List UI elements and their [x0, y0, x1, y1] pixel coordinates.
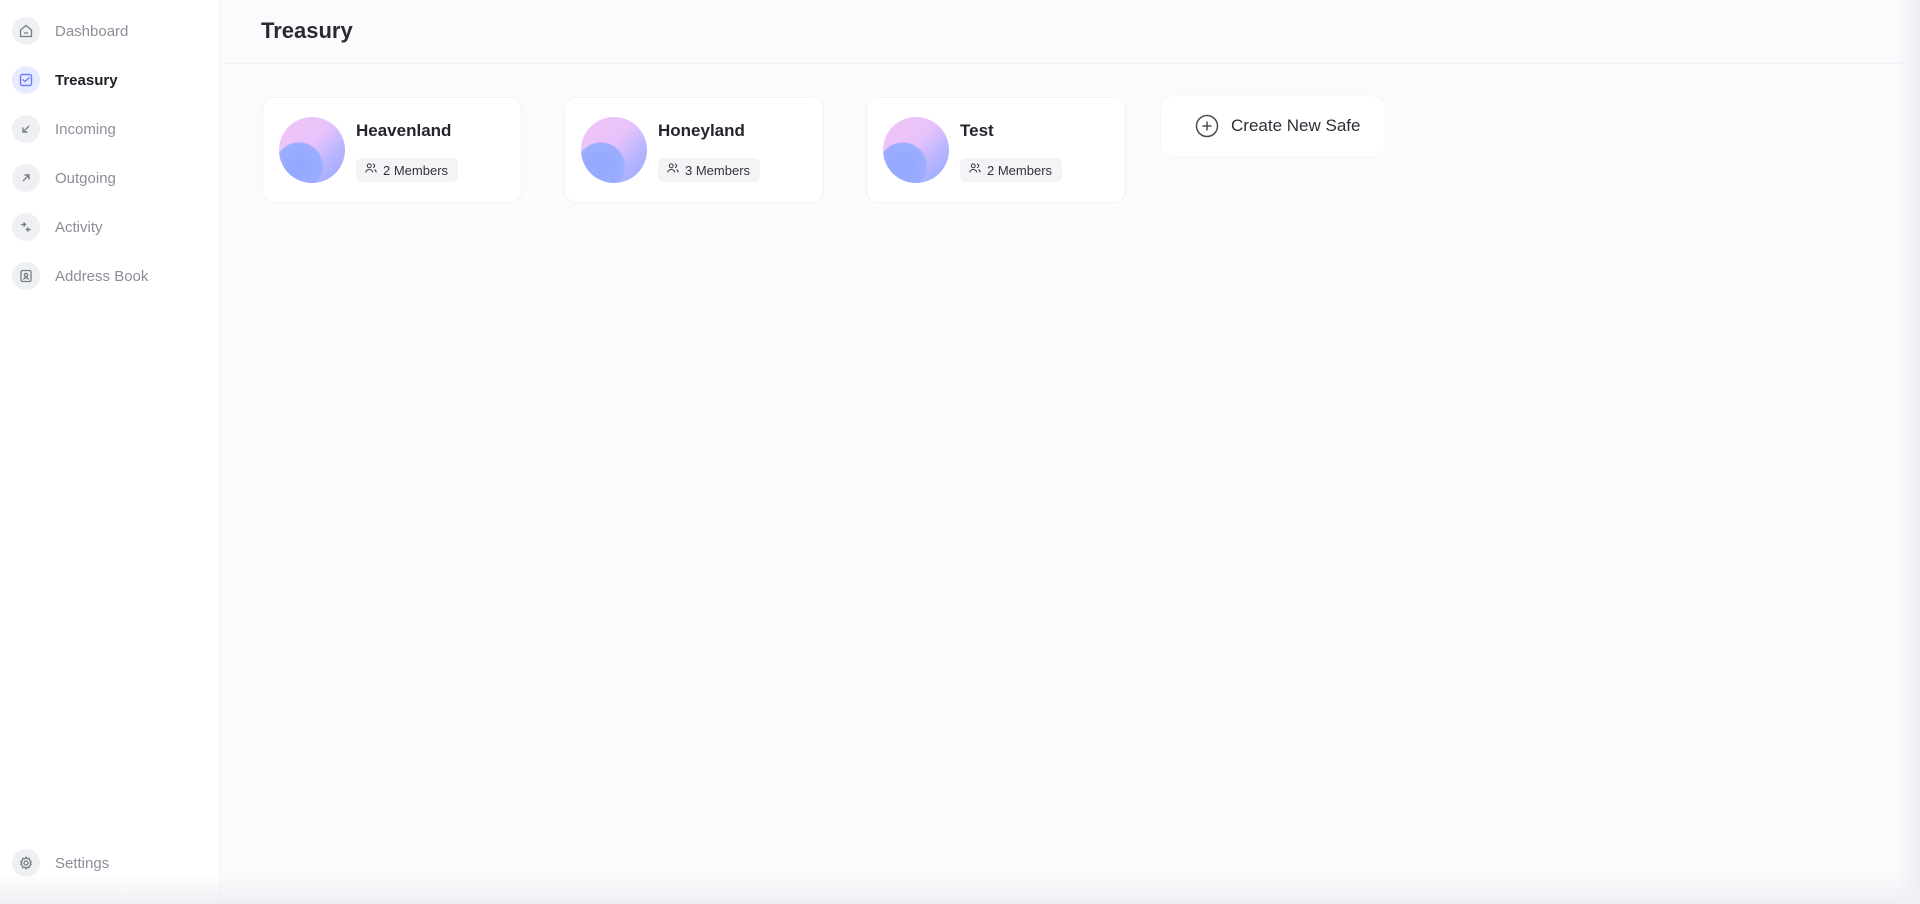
main-content: Treasury Heavenland 2 Members Honeyland … [220, 0, 1920, 904]
users-icon [364, 161, 378, 180]
safe-name: Test [960, 121, 994, 140]
members-badge: 2 Members [960, 158, 1063, 182]
safe-avatar [883, 117, 949, 183]
sidebar-item-label: Dashboard [55, 22, 129, 40]
users-icon [968, 161, 982, 180]
members-count: 2 Members [987, 162, 1053, 178]
safe-card[interactable]: Test 2 Members [866, 97, 1126, 203]
sidebar-item-label: Treasury [55, 71, 118, 89]
safe-avatar [581, 117, 647, 183]
members-badge: 3 Members [658, 158, 761, 182]
home-icon [12, 17, 40, 45]
safe-name: Heavenland [356, 121, 452, 140]
sidebar: Dashboard Treasury Incoming Outgoing Act… [0, 0, 220, 904]
address-book-icon [12, 262, 40, 290]
create-new-safe-button[interactable]: Create New Safe [1160, 95, 1386, 157]
sidebar-item-label: Activity [55, 218, 103, 236]
members-count: 3 Members [685, 162, 751, 178]
arrow-up-right-icon [12, 164, 40, 192]
plus-circle-icon [1195, 114, 1219, 138]
arrow-down-left-icon [12, 115, 40, 143]
sidebar-item-label: Outgoing [55, 169, 116, 187]
sidebar-item-label: Settings [55, 854, 110, 872]
safe-name: Honeyland [658, 121, 745, 140]
sidebar-item-label: Incoming [55, 120, 116, 138]
app-root: Dashboard Treasury Incoming Outgoing Act… [0, 0, 1920, 904]
sidebar-item-treasury[interactable]: Treasury [12, 64, 208, 96]
right-edge-shadow [1896, 0, 1920, 904]
sidebar-item-label: Address Book [55, 267, 149, 285]
sidebar-item-dashboard[interactable]: Dashboard [12, 15, 208, 47]
page-title: Treasury [261, 18, 353, 43]
users-icon [666, 161, 680, 180]
create-new-safe-label: Create New Safe [1231, 116, 1361, 135]
treasury-icon [12, 66, 40, 94]
gear-icon [12, 849, 40, 877]
sidebar-item-address-book[interactable]: Address Book [12, 260, 208, 292]
top-bar: Treasury [220, 0, 1920, 64]
members-count: 2 Members [383, 162, 449, 178]
sidebar-item-incoming[interactable]: Incoming [12, 113, 208, 145]
sidebar-item-outgoing[interactable]: Outgoing [12, 162, 208, 194]
bottom-edge-shadow [0, 874, 1920, 904]
activity-arrows-icon [12, 213, 40, 241]
safe-avatar [279, 117, 345, 183]
safe-card[interactable]: Heavenland 2 Members [262, 97, 522, 203]
safe-card[interactable]: Honeyland 3 Members [564, 97, 824, 203]
members-badge: 2 Members [356, 158, 459, 182]
sidebar-item-activity[interactable]: Activity [12, 211, 208, 243]
